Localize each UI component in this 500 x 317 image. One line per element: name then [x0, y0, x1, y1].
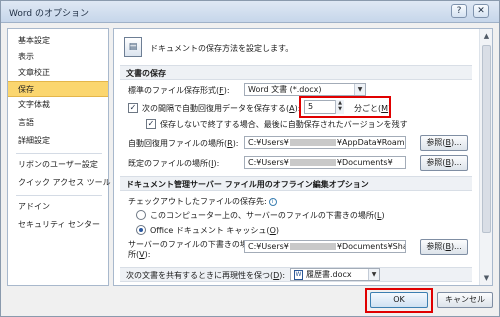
sidebar-item-trust-center[interactable]: セキュリティ センター — [8, 217, 108, 233]
chevron-down-icon: ▼ — [354, 84, 365, 95]
sidebar-item-addins[interactable]: アドイン — [8, 199, 108, 215]
sidebar-item-general[interactable]: 基本設定 — [8, 33, 108, 49]
drafts-location-input[interactable]: C:¥Users¥¥Documents¥SharePo — [244, 240, 406, 253]
info-icon: i — [268, 197, 277, 206]
sidebar-item-quick-access-toolbar[interactable]: クイック アクセス ツール バー — [8, 175, 129, 191]
options-sidebar: 基本設定 表示 文章校正 保存 文字体裁 言語 詳細設定 リボンのユーザー設定 … — [7, 28, 129, 286]
scroll-up-icon[interactable]: ▲ — [481, 30, 492, 42]
sidebar-divider — [16, 153, 102, 154]
content-scrollbar[interactable]: ▲ ▼ — [479, 29, 492, 285]
title-bar: Word のオプション ? ✕ — [1, 1, 499, 23]
redacted-username — [289, 159, 336, 166]
browse-drafts-location-button[interactable]: 参照(B)... — [420, 239, 468, 255]
redacted-username — [289, 243, 336, 250]
sidebar-item-typography[interactable]: 文字体裁 — [8, 97, 108, 113]
redacted-username — [289, 139, 336, 146]
default-format-select[interactable]: Word 文書 (*.docx) ▼ — [244, 83, 366, 96]
ok-button[interactable]: OK — [370, 292, 428, 308]
save-options-panel: ▤ ドキュメントの保存方法を設定します。 文書の保存 標準のファイル保存形式(F… — [113, 28, 493, 286]
highlight-autosave-interval — [299, 96, 391, 118]
office-cache-option-label: Office ドキュメント キャッシュ(O) — [150, 226, 279, 235]
keep-last-version-checkbox[interactable]: ✓ — [146, 119, 156, 129]
drafts-location-label-line2: 所(V): — [128, 250, 151, 259]
autosave-label: 次の間隔で自動回復用データを保存する(A): — [142, 104, 301, 113]
autorecover-location-input[interactable]: C:¥Users¥¥AppData¥Roaming¥M — [244, 136, 406, 149]
autosave-checkbox[interactable]: ✓ — [128, 103, 138, 113]
default-location-input[interactable]: C:¥Users¥ ¥Documents¥ — [244, 156, 406, 169]
browse-autorecover-button[interactable]: 参照(B)... — [420, 135, 468, 151]
section-heading-save-documents: 文書の保存 — [120, 65, 472, 80]
word-document-icon: W — [294, 269, 303, 280]
radio-server-drafts[interactable] — [136, 210, 146, 220]
chevron-down-icon: ▼ — [368, 269, 379, 280]
scroll-thumb[interactable] — [482, 45, 491, 233]
sidebar-item-proofing[interactable]: 文章校正 — [8, 65, 108, 81]
sidebar-item-customize-ribbon[interactable]: リボンのユーザー設定 — [8, 157, 108, 173]
word-options-dialog: Word のオプション ? ✕ 基本設定 表示 文章校正 保存 文字体裁 言語 … — [0, 0, 500, 317]
default-location-label: 既定のファイルの場所(I): — [128, 159, 220, 168]
radio-office-cache[interactable] — [136, 225, 146, 235]
share-document-select[interactable]: W 履歴書.docx ▼ — [290, 268, 380, 281]
checkout-location-label: チェックアウトしたファイルの保存先: i — [128, 196, 277, 207]
sidebar-item-advanced[interactable]: 詳細設定 — [8, 133, 108, 149]
help-button[interactable]: ? — [451, 4, 467, 18]
default-format-value: Word 文書 (*.docx) — [248, 85, 322, 94]
autorecover-location-label: 自動回復用ファイルの場所(R): — [128, 139, 239, 148]
close-button[interactable]: ✕ — [473, 4, 489, 18]
sidebar-item-display[interactable]: 表示 — [8, 49, 108, 65]
window-title: Word のオプション — [9, 9, 89, 19]
keep-last-version-label: 保存しないで終了する場合、最後に自動保存されたバージョンを残す — [160, 120, 408, 129]
sidebar-item-save[interactable]: 保存 — [8, 81, 108, 97]
sidebar-item-language[interactable]: 言語 — [8, 115, 108, 131]
default-format-label: 標準のファイル保存形式(F): — [128, 86, 230, 95]
cancel-button[interactable]: キャンセル — [437, 292, 493, 308]
scroll-down-icon[interactable]: ▼ — [481, 272, 492, 284]
section-heading-offline-editing: ドキュメント管理サーバー ファイル用のオフライン編集オプション — [120, 176, 472, 191]
browse-default-location-button[interactable]: 参照(B)... — [420, 155, 468, 171]
server-drafts-option-label: このコンピューター上の、サーバーのファイルの下書きの場所(L) — [150, 211, 385, 220]
share-fidelity-label: 次の文書を共有するときに再現性を保つ(D): — [126, 271, 286, 280]
save-document-icon: ▤ — [124, 37, 142, 57]
intro-text: ドキュメントの保存方法を設定します。 — [150, 44, 294, 53]
sidebar-divider — [16, 195, 102, 196]
